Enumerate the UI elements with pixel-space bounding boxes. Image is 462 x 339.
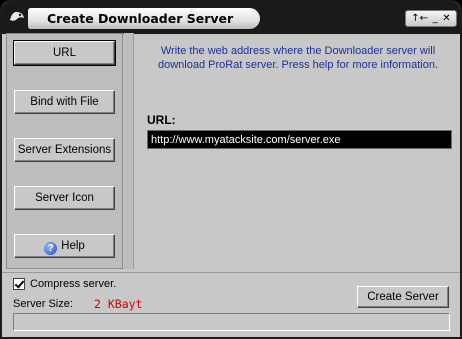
sidebar-item-url[interactable]: URL [13, 40, 116, 66]
compress-checkbox[interactable] [13, 278, 25, 290]
prorat-app-icon[interactable] [8, 8, 26, 24]
compress-option[interactable]: Compress server. [13, 278, 116, 290]
window-title: Create Downloader Server [28, 8, 260, 29]
sidebar-item-server-extensions[interactable]: Server Extensions [14, 138, 115, 162]
instruction-text: Write the web address where the Download… [157, 45, 439, 71]
url-page: Write the web address where the Download… [135, 33, 460, 269]
sidebar-item-bind-with-file[interactable]: Bind with File [14, 90, 115, 114]
url-input[interactable] [147, 130, 452, 149]
compress-label: Compress server. [30, 278, 117, 290]
minimize-icon[interactable]: _ [433, 11, 438, 26]
panel-divider [124, 33, 134, 269]
window-controls: ↑← _ ✕ [405, 10, 457, 27]
server-size-value: 2 KBayt [94, 297, 143, 311]
footer-divider [2, 272, 460, 273]
build-progress-bar [13, 313, 450, 331]
restore-arrow-icon[interactable]: ↑← [411, 11, 428, 26]
create-server-button[interactable]: Create Server [357, 286, 449, 308]
help-icon: ? [44, 242, 58, 255]
help-label: Help [61, 240, 85, 252]
sidebar-item-help[interactable]: ? Help [14, 234, 115, 258]
server-size-label: Server Size: [13, 298, 73, 310]
create-downloader-window: Create Downloader Server ↑← _ ✕ URL Bind… [0, 0, 462, 339]
close-icon[interactable]: ✕ [442, 11, 450, 26]
title-bar[interactable]: Create Downloader Server ↑← _ ✕ [2, 2, 460, 34]
sidebar: URL Bind with File Server Extensions Ser… [6, 33, 123, 269]
sidebar-item-server-icon[interactable]: Server Icon [14, 186, 115, 210]
url-label: URL: [147, 113, 176, 127]
